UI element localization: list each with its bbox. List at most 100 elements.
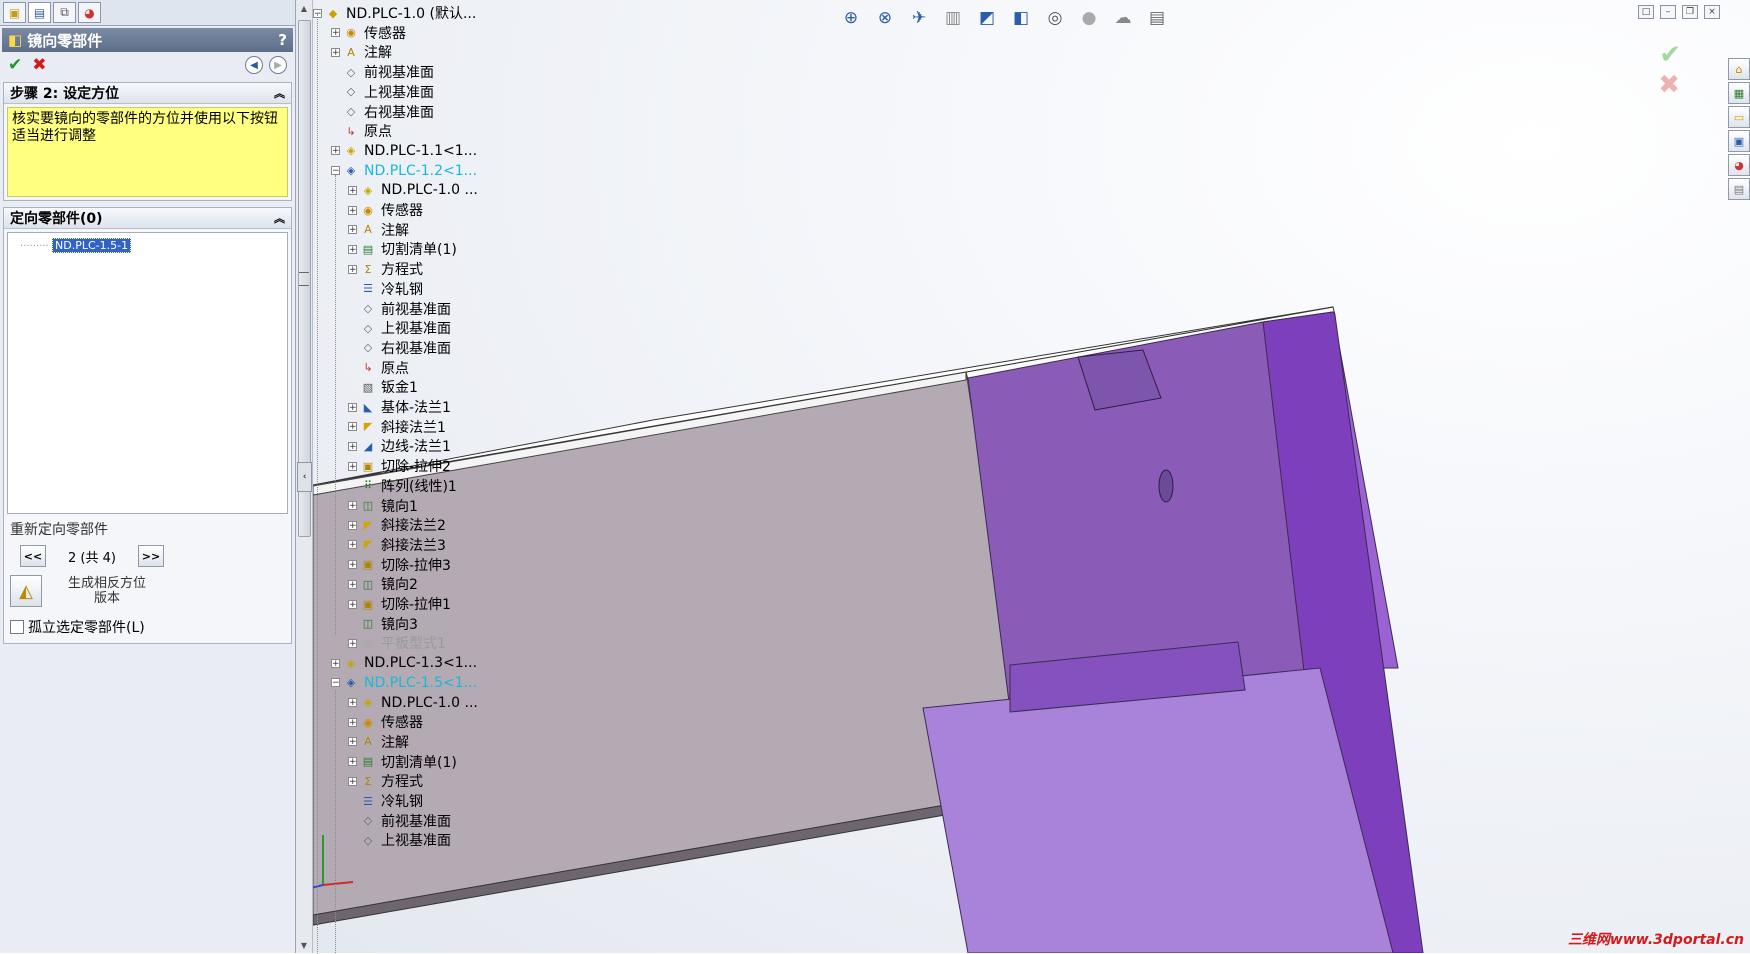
tree-node[interactable]: ◇ 上视基准面 <box>348 317 453 339</box>
apply-scene-icon[interactable]: ☁ <box>1110 6 1136 30</box>
generate-opposite-hand-button[interactable]: ◭ <box>10 575 42 607</box>
orient-components-list[interactable]: ......... ND.PLC-1.5-1 <box>7 232 288 514</box>
expand-icon[interactable]: + <box>348 225 357 235</box>
tree-node[interactable]: + Σ 方程式 <box>348 770 425 792</box>
home-icon[interactable]: ⌂ <box>1728 58 1750 80</box>
next-arrow-icon[interactable]: ▶ <box>269 56 287 74</box>
tree-node[interactable]: + ◈ ND.PLC-1.3<1... <box>331 652 479 674</box>
previous-orientation-button[interactable]: << <box>20 545 46 567</box>
appearances-icon[interactable]: ◕ <box>1728 154 1750 176</box>
tree-node[interactable]: + ◤ 斜接法兰2 <box>348 514 448 536</box>
configuration-manager-tab[interactable]: ⧉ <box>53 2 76 23</box>
tree-node[interactable]: + ◈ ND.PLC-1.0 ... <box>348 179 480 201</box>
tree-node[interactable]: + ▣ 切除-拉伸1 <box>348 593 453 615</box>
expand-icon[interactable]: + <box>331 28 340 38</box>
file-explorer-icon[interactable]: ▭ <box>1728 106 1750 128</box>
expand-icon[interactable]: + <box>348 402 357 412</box>
tree-node[interactable]: + A 注解 <box>348 731 411 753</box>
tree-node[interactable]: + ▦ 平板型式1 <box>348 632 448 654</box>
tree-node[interactable]: + ◤ 斜接法兰1 <box>348 416 448 438</box>
tree-node[interactable]: ◇ 前视基准面 <box>331 61 436 83</box>
expand-icon[interactable]: + <box>331 146 340 156</box>
display-manager-tab[interactable]: ◕ <box>78 2 101 23</box>
tile-icon[interactable]: ❐ <box>1682 5 1698 19</box>
expand-icon[interactable]: + <box>348 638 357 648</box>
tree-node[interactable]: − ◆ ND.PLC-1.0 (默认... <box>313 2 478 24</box>
scroll-up-arrow-icon[interactable]: ▲ <box>296 0 312 16</box>
tree-node[interactable]: + ◉ 传感器 <box>348 199 425 221</box>
tree-node[interactable]: + ▤ 切割清单(1) <box>348 238 459 260</box>
tree-node[interactable]: + ▣ 切除-拉伸3 <box>348 554 453 576</box>
display-style-icon[interactable]: ◧ <box>1008 6 1034 30</box>
expand-icon[interactable]: + <box>348 757 357 767</box>
tree-node[interactable]: + A 注解 <box>348 219 411 241</box>
expand-icon[interactable]: + <box>348 560 357 570</box>
collapse-chevron-icon[interactable]: ︽ <box>274 210 285 226</box>
cancel-button[interactable]: ✖ <box>32 55 46 75</box>
expand-icon[interactable]: + <box>348 501 357 511</box>
previous-view-icon[interactable]: ✈ <box>906 6 932 30</box>
tree-node[interactable]: ◇ 上视基准面 <box>348 829 453 851</box>
tree-node[interactable]: ◇ 上视基准面 <box>331 81 436 103</box>
view-settings-icon[interactable]: ▤ <box>1144 6 1170 30</box>
custom-properties-icon[interactable]: ▤ <box>1728 178 1750 200</box>
expand-icon[interactable]: + <box>348 185 357 195</box>
isolate-checkbox-row[interactable]: 孤立选定零部件(L) <box>4 611 291 643</box>
expand-icon[interactable]: + <box>348 698 357 708</box>
tree-node[interactable]: ◫ 镜向3 <box>348 613 420 635</box>
tree-node[interactable]: ↳ 原点 <box>331 120 394 142</box>
tree-node[interactable]: ⠿ 阵列(线性)1 <box>348 475 459 497</box>
tree-node[interactable]: + A 注解 <box>331 41 394 63</box>
tree-node[interactable]: ☰ 冷轧钢 <box>348 278 425 300</box>
tree-node[interactable]: ◇ 前视基准面 <box>348 298 453 320</box>
tree-node[interactable]: ◇ 前视基准面 <box>348 810 453 832</box>
tree-node[interactable]: ◇ 右视基准面 <box>331 101 436 123</box>
help-button[interactable]: ? <box>278 31 287 49</box>
tree-node[interactable]: − ◈ ND.PLC-1.5<1... <box>331 672 479 694</box>
expand-icon[interactable]: + <box>348 540 357 550</box>
expand-icon[interactable]: + <box>348 264 357 274</box>
selected-component-item[interactable]: ND.PLC-1.5-1 <box>52 238 132 253</box>
expand-icon[interactable]: + <box>348 422 357 432</box>
ok-button[interactable]: ✔ <box>8 55 22 75</box>
tree-node[interactable]: + ◢ 边线-法兰1 <box>348 435 453 457</box>
isolate-checkbox[interactable] <box>10 620 24 634</box>
tree-node[interactable]: ◇ 右视基准面 <box>348 337 453 359</box>
tree-node[interactable]: ▧ 钣金1 <box>348 376 420 398</box>
tree-node[interactable]: + ◤ 斜接法兰3 <box>348 534 448 556</box>
tree-node[interactable]: + ◫ 镜向1 <box>348 495 420 517</box>
expand-icon[interactable]: + <box>348 441 357 451</box>
zoom-to-area-icon[interactable]: ⊗ <box>872 6 898 30</box>
tree-node[interactable]: − ◈ ND.PLC-1.2<1... <box>331 160 479 182</box>
expand-icon[interactable]: + <box>348 776 357 786</box>
tree-node[interactable]: + ▣ 切除-拉伸2 <box>348 455 453 477</box>
design-library-icon[interactable]: ▦ <box>1728 82 1750 104</box>
expand-icon[interactable]: + <box>348 244 357 254</box>
confirmation-ok-icon[interactable]: ✔ <box>1659 40 1681 70</box>
panel-splitter-scrollbar[interactable]: ▲ ‹ ▼ <box>296 0 313 953</box>
expand-icon[interactable]: + <box>348 579 357 589</box>
collapse-icon[interactable]: − <box>331 166 340 176</box>
section-view-icon[interactable]: ▥ <box>940 6 966 30</box>
tree-node[interactable]: + ◉ 传感器 <box>331 22 408 44</box>
expand-icon[interactable]: + <box>348 461 357 471</box>
tree-node[interactable]: + ▤ 切割清单(1) <box>348 751 459 773</box>
collapse-panel-handle[interactable]: ‹ <box>297 462 312 492</box>
expand-icon[interactable]: + <box>348 205 357 215</box>
expand-icon[interactable]: + <box>348 737 357 747</box>
tree-node[interactable]: + ◣ 基体-法兰1 <box>348 396 453 418</box>
confirmation-cancel-icon[interactable]: ✖ <box>1658 70 1680 100</box>
property-manager-tab[interactable]: ▤ <box>28 2 51 23</box>
tree-node[interactable]: ☰ 冷轧钢 <box>348 790 425 812</box>
expand-icon[interactable]: + <box>348 599 357 609</box>
close-icon[interactable]: × <box>1704 5 1720 19</box>
tree-node[interactable]: + ◈ ND.PLC-1.0 ... <box>348 692 480 714</box>
expand-icon[interactable]: + <box>348 717 357 727</box>
tree-node[interactable]: ↳ 原点 <box>348 357 411 379</box>
collapse-icon[interactable]: − <box>331 678 340 688</box>
tree-node[interactable]: + Σ 方程式 <box>348 258 425 280</box>
hide-show-items-icon[interactable]: ◎ <box>1042 6 1068 30</box>
collapse-chevron-icon[interactable]: ︽ <box>274 85 285 101</box>
orient-components-header[interactable]: 定向零部件(0) ︽ <box>4 208 291 229</box>
feature-manager-tab[interactable]: ▣ <box>3 2 26 23</box>
